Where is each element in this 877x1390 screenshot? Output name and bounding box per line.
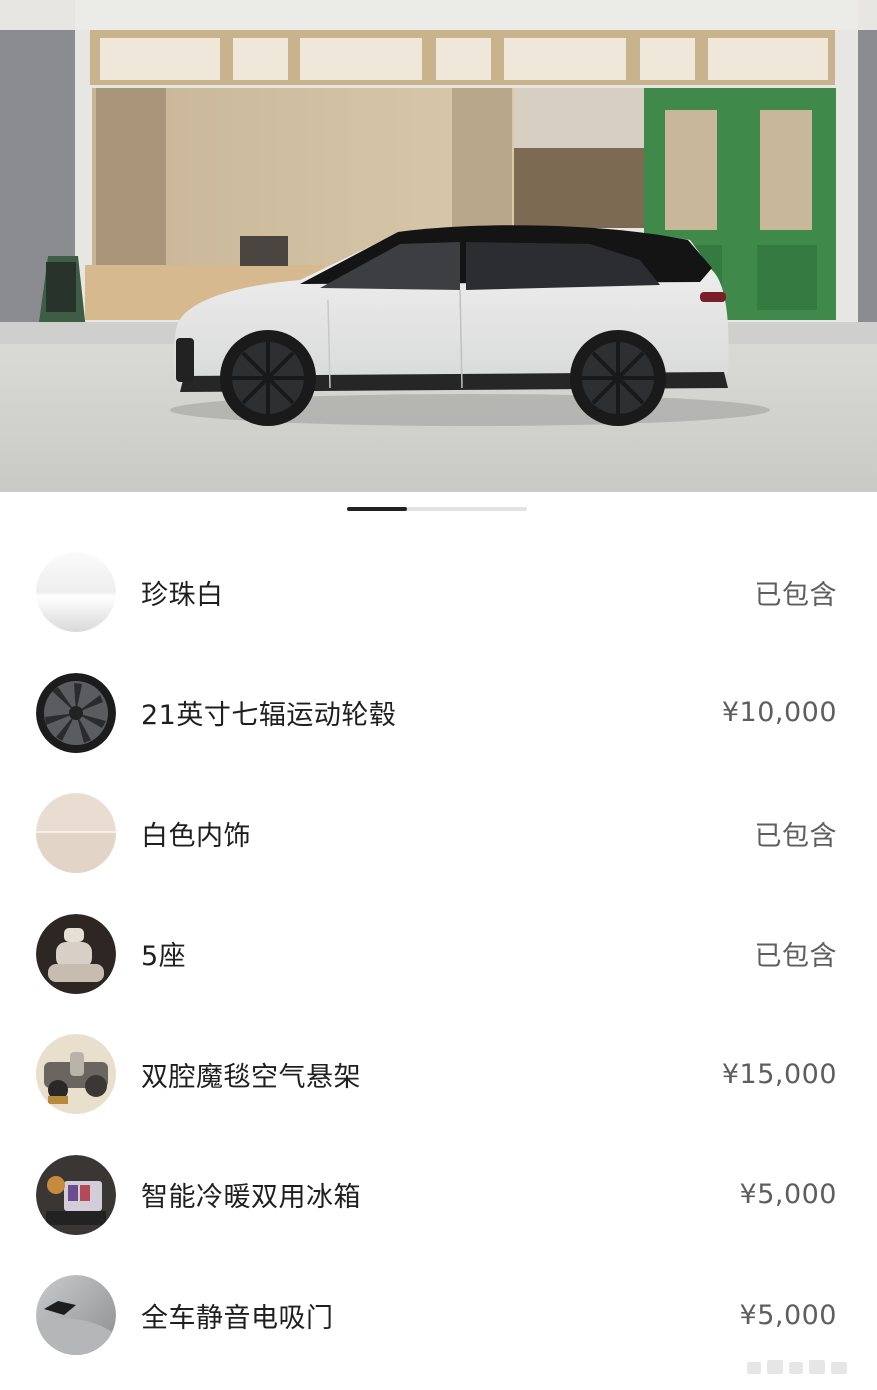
option-row-air-suspension[interactable]: 双腔魔毯空气悬架 ¥15,000 <box>0 1014 877 1135</box>
option-row-fridge[interactable]: 智能冷暖双用冰箱 ¥5,000 <box>0 1135 877 1256</box>
option-name: 21英寸七辐运动轮毂 <box>141 700 397 732</box>
wheel-icon <box>36 672 116 753</box>
option-name: 智能冷暖双用冰箱 <box>141 1182 361 1214</box>
interior-swatch-icon <box>36 793 116 874</box>
option-name: 5座 <box>141 941 187 973</box>
option-row-wheels[interactable]: 21英寸七辐运动轮毂 ¥10,000 <box>0 653 877 774</box>
option-name: 双腔魔毯空气悬架 <box>141 1061 361 1093</box>
seat-icon <box>36 913 116 994</box>
option-name: 白色内饰 <box>141 820 251 852</box>
option-price: 已包含 <box>754 820 837 852</box>
watermark-graphic <box>747 1360 847 1374</box>
hero-car-image[interactable] <box>0 0 877 492</box>
suspension-icon <box>36 1034 116 1115</box>
options-list: 珍珠白 已包含 21英寸七辐运动轮毂 ¥10,000 白色内饰 已包含 5座 已… <box>0 532 877 1376</box>
option-price: 已包含 <box>754 579 837 611</box>
option-row-pearl-white[interactable]: 珍珠白 已包含 <box>0 532 877 653</box>
option-row-seats[interactable]: 5座 已包含 <box>0 894 877 1015</box>
option-row-interior[interactable]: 白色内饰 已包含 <box>0 773 877 894</box>
option-price: 已包含 <box>754 941 837 973</box>
door-icon <box>36 1275 116 1356</box>
fridge-icon <box>36 1154 116 1235</box>
option-name: 珍珠白 <box>141 579 224 611</box>
car-photo <box>0 0 877 492</box>
option-name: 全车静音电吸门 <box>141 1302 334 1334</box>
option-price: ¥5,000 <box>739 1179 837 1211</box>
option-price: ¥15,000 <box>721 1058 837 1090</box>
pager-active-indicator <box>347 507 407 511</box>
option-price: ¥5,000 <box>739 1299 837 1331</box>
gallery-pager[interactable] <box>347 507 527 511</box>
pearl-white-swatch-icon <box>36 552 116 633</box>
option-price: ¥10,000 <box>721 697 837 729</box>
